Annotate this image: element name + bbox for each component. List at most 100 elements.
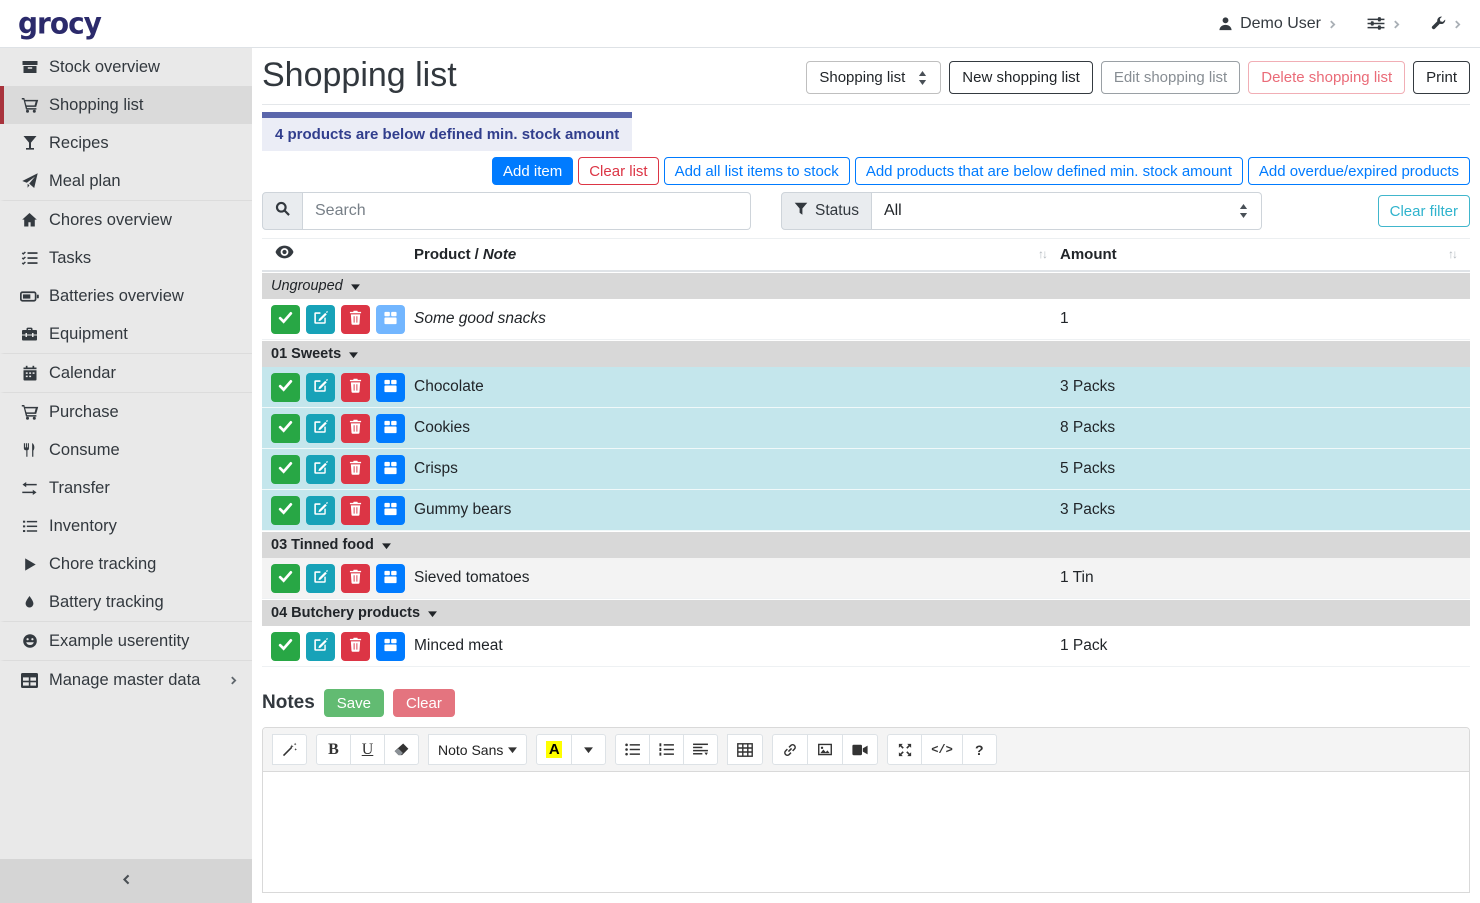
sidebar-item-stock-overview[interactable]: Stock overview [0,48,252,86]
edit-item-button[interactable] [306,632,335,661]
settings-menu[interactable] [1367,16,1401,31]
mark-done-button[interactable] [271,632,300,661]
insert-link-button[interactable] [772,734,808,765]
amount-column-header[interactable]: Amount ↑↓ [1060,246,1470,263]
print-button[interactable]: Print [1413,61,1470,94]
pencil-square-icon [313,501,328,519]
group-row[interactable]: 01 Sweets [262,341,1470,367]
add-to-stock-button[interactable] [376,455,405,484]
clear-filter-button[interactable]: Clear filter [1378,195,1470,227]
font-name-button[interactable]: Noto Sans [428,734,527,765]
smiley-icon [18,633,41,649]
mark-done-button[interactable] [271,455,300,484]
mark-done-button[interactable] [271,305,300,334]
sidebar-item-purchase[interactable]: Purchase [0,392,252,431]
delete-shopping-list-button[interactable]: Delete shopping list [1248,61,1405,94]
sidebar-item-tasks[interactable]: Tasks [0,239,252,277]
sort-icon[interactable]: ↑↓ [1038,247,1046,261]
sidebar-item-label: Chore tracking [49,555,156,574]
sidebar-item-shopping-list[interactable]: Shopping list [0,86,252,124]
play-icon [18,557,41,572]
edit-item-button[interactable] [306,373,335,402]
add-to-stock-button[interactable] [376,496,405,525]
sidebar-item-chore-tracking[interactable]: Chore tracking [0,545,252,583]
unordered-list-button[interactable] [615,734,650,765]
add-item-button[interactable]: Add item [492,157,573,185]
sort-icon[interactable]: ↑↓ [1448,247,1456,261]
sidebar-item-calendar[interactable]: Calendar [0,353,252,392]
sidebar-item-inventory[interactable]: Inventory [0,507,252,545]
group-row[interactable]: 03 Tinned food [262,532,1470,558]
edit-item-button[interactable] [306,305,335,334]
underline-button[interactable]: U [350,734,385,765]
bold-button[interactable]: B [316,734,351,765]
add-to-stock-button[interactable] [376,632,405,661]
status-select[interactable]: All [872,192,1262,230]
insert-picture-button[interactable] [807,734,843,765]
header-menu: Demo User [1218,15,1462,33]
shopping-list-select[interactable]: Shopping list [806,61,941,94]
caret-down-icon [382,542,391,550]
edit-item-button[interactable] [306,496,335,525]
add-to-stock-button[interactable] [376,564,405,593]
add-to-stock-button[interactable] [376,414,405,443]
delete-item-button[interactable] [341,564,370,593]
add-overdue-button[interactable]: Add overdue/expired products [1248,157,1470,185]
save-notes-button[interactable]: Save [324,689,384,717]
insert-video-button[interactable] [842,734,878,765]
code-view-button[interactable]: </> [921,734,963,765]
add-below-min-stock-button[interactable]: Add products that are below defined min.… [855,157,1243,185]
sidebar-collapse-button[interactable] [0,859,252,903]
add-to-stock-button[interactable] [376,305,405,334]
delete-item-button[interactable] [341,414,370,443]
chevron-right-icon [1453,19,1462,30]
edit-item-button[interactable] [306,564,335,593]
user-menu[interactable]: Demo User [1218,15,1337,33]
sidebar-item-battery-tracking[interactable]: Battery tracking [0,583,252,621]
note-header-label: Note [483,246,516,263]
delete-item-button[interactable] [341,455,370,484]
font-color-button[interactable]: A [536,734,572,765]
notes-edit-area[interactable] [263,772,1469,892]
sidebar-item-consume[interactable]: Consume [0,431,252,469]
sidebar-item-manage-master-data[interactable]: Manage master data [0,660,252,699]
mark-done-button[interactable] [271,496,300,525]
font-color-caret-button[interactable] [571,734,606,765]
eraser-button[interactable] [384,734,419,765]
edit-item-button[interactable] [306,455,335,484]
sidebar-item-example-userentity[interactable]: Example userentity [0,621,252,660]
mark-done-button[interactable] [271,373,300,402]
sidebar-item-chores-overview[interactable]: Chores overview [0,200,252,239]
mark-done-button[interactable] [271,414,300,443]
paragraph-align-button[interactable] [683,734,718,765]
sidebar-item-meal-plan[interactable]: Meal plan [0,162,252,200]
sidebar-item-label: Example userentity [49,632,189,651]
delete-item-button[interactable] [341,632,370,661]
group-row[interactable]: Ungrouped [262,273,1470,299]
add-to-stock-button[interactable] [376,373,405,402]
magic-wand-button[interactable] [272,734,307,765]
app-logo[interactable]: grocy [18,6,101,41]
admin-menu[interactable] [1431,16,1462,31]
sidebar-item-batteries-overview[interactable]: Batteries overview [0,277,252,315]
new-shopping-list-button[interactable]: New shopping list [949,61,1093,94]
help-button[interactable]: ? [962,734,997,765]
delete-item-button[interactable] [341,305,370,334]
edit-item-button[interactable] [306,414,335,443]
group-row[interactable]: 04 Butchery products [262,600,1470,626]
delete-item-button[interactable] [341,373,370,402]
sidebar-item-recipes[interactable]: Recipes [0,124,252,162]
edit-shopping-list-button[interactable]: Edit shopping list [1101,61,1240,94]
mark-done-button[interactable] [271,564,300,593]
sidebar-item-transfer[interactable]: Transfer [0,469,252,507]
insert-table-button[interactable] [727,734,763,765]
sidebar-item-equipment[interactable]: Equipment [0,315,252,353]
add-all-to-stock-button[interactable]: Add all list items to stock [664,157,850,185]
clear-list-button[interactable]: Clear list [578,157,658,185]
search-input[interactable] [303,192,751,230]
product-column-header[interactable]: Product / Note ↑↓ [414,246,1060,263]
fullscreen-button[interactable] [887,734,922,765]
delete-item-button[interactable] [341,496,370,525]
ordered-list-button[interactable] [649,734,684,765]
clear-notes-button[interactable]: Clear [393,689,455,717]
